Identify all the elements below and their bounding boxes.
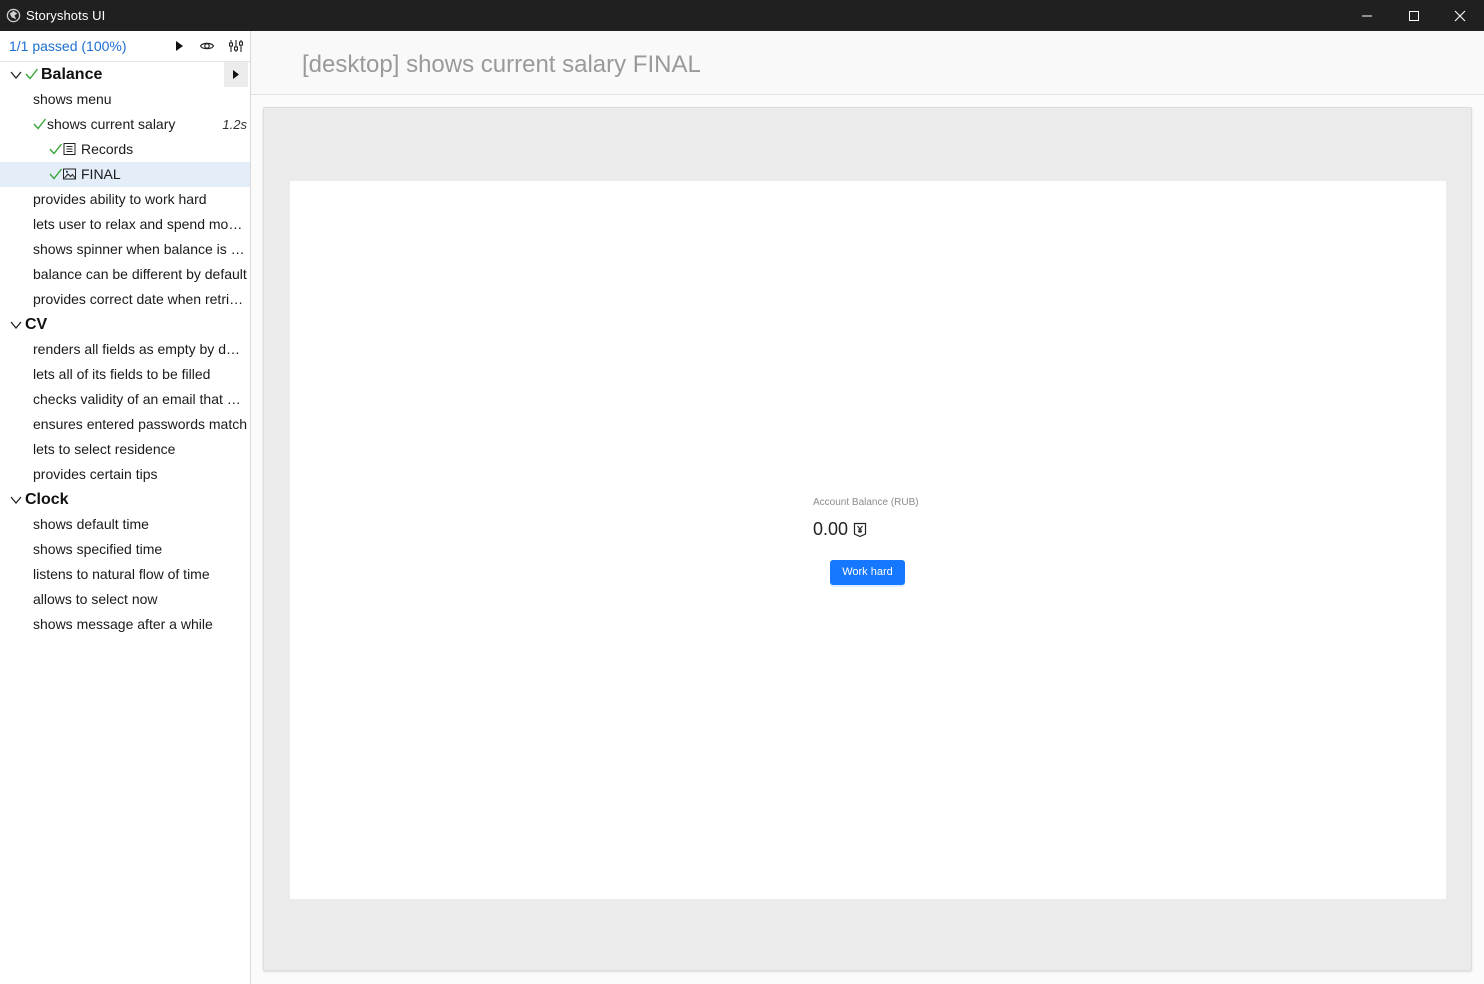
story-item[interactable]: shows default time xyxy=(0,512,250,537)
group-label: Clock xyxy=(25,491,69,508)
story-child-records[interactable]: Records xyxy=(0,137,250,162)
story-label: lets all of its fields to be filled xyxy=(33,366,211,382)
story-child-label: Records xyxy=(81,141,134,157)
work-hard-button[interactable]: Work hard xyxy=(830,560,905,585)
balance-label: Account Balance (RUB) xyxy=(813,497,919,508)
main-content: Account Balance (RUB) 0.00 Work hard xyxy=(251,95,1484,984)
window-titlebar: Storyshots UI xyxy=(0,0,1484,31)
close-button[interactable] xyxy=(1437,0,1483,31)
minimize-button[interactable] xyxy=(1344,0,1390,31)
story-label: balance can be different by default xyxy=(33,266,247,282)
story-label: checks validity of an email that w... xyxy=(33,391,247,407)
story-label: renders all fields as empty by def... xyxy=(33,341,247,357)
story-item[interactable]: ensures entered passwords match xyxy=(0,412,250,437)
story-label: lets user to relax and spend mon... xyxy=(33,216,247,232)
story-item[interactable]: provides certain tips xyxy=(0,462,250,487)
image-icon xyxy=(63,168,76,180)
story-item[interactable]: provides ability to work hard xyxy=(0,187,250,212)
story-item[interactable]: shows current salary 1.2s xyxy=(0,112,250,137)
story-label: shows message after a while xyxy=(33,616,213,632)
group-cv[interactable]: CV xyxy=(0,312,250,337)
story-item[interactable]: allows to select now xyxy=(0,587,250,612)
story-label: shows default time xyxy=(33,516,149,532)
story-label: lets to select residence xyxy=(33,441,176,457)
play-icon xyxy=(233,70,239,79)
story-label: allows to select now xyxy=(33,591,158,607)
story-label: ensures entered passwords match xyxy=(33,416,247,432)
story-child-final[interactable]: FINAL xyxy=(0,162,250,187)
check-icon xyxy=(25,68,38,80)
story-duration: 1.2s xyxy=(222,117,247,132)
close-icon xyxy=(1454,10,1466,22)
story-item[interactable]: listens to natural flow of time xyxy=(0,562,250,587)
minimize-icon xyxy=(1362,15,1372,17)
sidebar: 1/1 passed (100%) Balance shows menu sho… xyxy=(0,31,251,984)
check-icon xyxy=(49,168,62,180)
screenshot-frame: Account Balance (RUB) 0.00 Work hard xyxy=(263,107,1472,971)
story-item[interactable]: shows specified time xyxy=(0,537,250,562)
chevron-down-icon[interactable] xyxy=(10,494,22,506)
main-header: [desktop] shows current salary FINAL xyxy=(251,31,1484,95)
story-label: shows spinner when balance is n... xyxy=(33,241,247,257)
passed-summary[interactable]: 1/1 passed (100%) xyxy=(9,38,127,54)
story-item[interactable]: lets user to relax and spend mon... xyxy=(0,212,250,237)
story-item[interactable]: lets all of its fields to be filled xyxy=(0,362,250,387)
records-icon xyxy=(63,143,76,155)
play-icon[interactable] xyxy=(171,38,187,54)
story-child-label: FINAL xyxy=(81,166,121,182)
story-item[interactable]: provides correct date when retrie... xyxy=(0,287,250,312)
check-icon xyxy=(49,143,62,155)
story-item[interactable]: shows spinner when balance is n... xyxy=(0,237,250,262)
story-item[interactable]: shows menu xyxy=(0,87,250,112)
story-tree: Balance shows menu shows current salary … xyxy=(0,62,250,637)
balance-value: 0.00 xyxy=(813,519,849,539)
group-clock[interactable]: Clock xyxy=(0,487,250,512)
window-title: Storyshots UI xyxy=(26,8,106,23)
check-icon xyxy=(33,118,46,130)
run-group-button[interactable] xyxy=(224,62,248,87)
story-item[interactable]: lets to select residence xyxy=(0,437,250,462)
page-title: [desktop] shows current salary FINAL xyxy=(302,51,701,78)
story-item[interactable]: renders all fields as empty by def... xyxy=(0,337,250,362)
story-label: provides correct date when retrie... xyxy=(33,291,247,307)
story-label: shows specified time xyxy=(33,541,163,557)
chevron-down-icon[interactable] xyxy=(10,319,22,331)
maximize-button[interactable] xyxy=(1391,0,1437,31)
wallet-icon xyxy=(853,522,867,538)
group-label: Balance xyxy=(41,66,103,83)
story-item[interactable]: balance can be different by default xyxy=(0,262,250,287)
group-balance[interactable]: Balance xyxy=(0,62,250,87)
story-label: provides ability to work hard xyxy=(33,191,207,207)
story-item[interactable]: shows message after a while xyxy=(0,612,250,637)
story-item[interactable]: checks validity of an email that w... xyxy=(0,387,250,412)
sidebar-header: 1/1 passed (100%) xyxy=(0,31,250,62)
story-label: listens to natural flow of time xyxy=(33,566,210,582)
story-label: provides certain tips xyxy=(33,466,158,482)
story-screenshot: Account Balance (RUB) 0.00 Work hard xyxy=(290,181,1446,899)
story-label: shows menu xyxy=(33,91,112,107)
chevron-down-icon[interactable] xyxy=(10,69,22,81)
group-label: CV xyxy=(25,316,48,333)
maximize-icon xyxy=(1409,11,1419,21)
app-icon xyxy=(6,8,21,23)
story-label: shows current salary xyxy=(47,116,176,132)
settings-sliders-icon[interactable] xyxy=(228,38,244,54)
eye-icon[interactable] xyxy=(199,38,215,54)
